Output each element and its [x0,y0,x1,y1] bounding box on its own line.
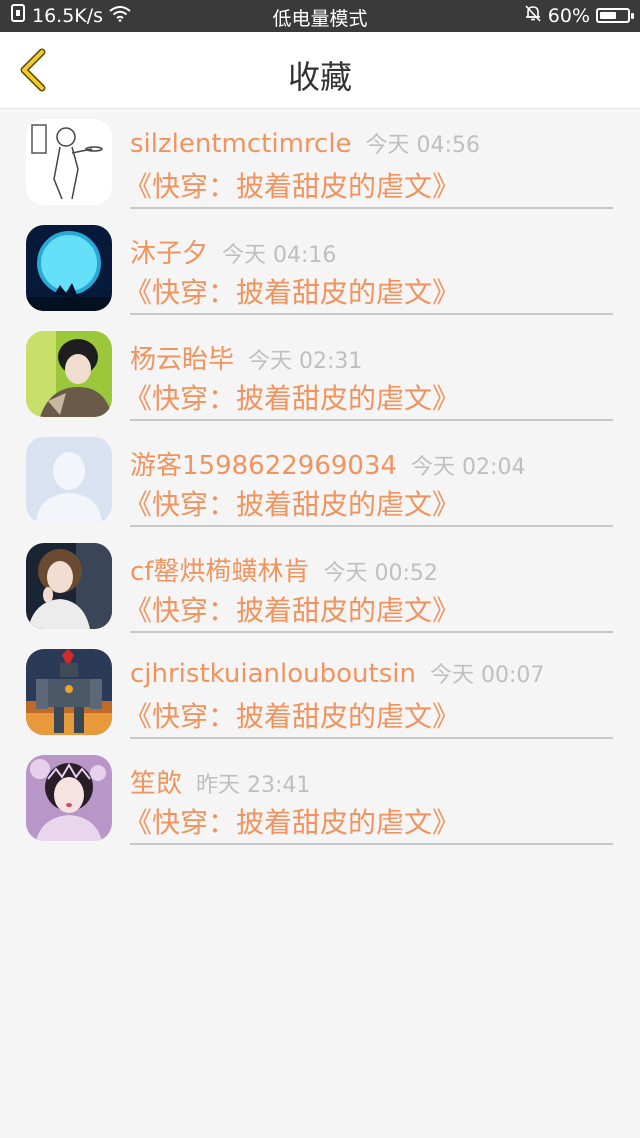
avatar [26,649,112,735]
avatar [26,331,112,417]
list-item-content: 游客1598622969034 今天 02:04 《快穿：披着甜皮的虐文》 [124,427,613,527]
page-title: 收藏 [287,58,352,96]
avatar [26,755,112,841]
user-name: silzlentmctimrcle [130,129,352,159]
battery-percent: 60% [547,4,590,27]
nav-bar: 收藏 [0,32,640,109]
timestamp: 今天 00:07 [429,663,545,688]
book-title: 《快穿：披着甜皮的虐文》 [124,488,461,521]
user-name: 笙欴 [130,769,183,799]
list-item-content: cjhristkuianlouboutsin 今天 00:07 《快穿：披着甜皮的… [124,639,613,739]
list-item[interactable]: 沐子夕 今天 04:16 《快穿：披着甜皮的虐文》 [0,215,640,321]
book-title: 《快穿：披着甜皮的虐文》 [124,382,461,415]
timestamp: 今天 02:31 [248,349,363,374]
list-item-content: 笙欴 昨天 23:41 《快穿：披着甜皮的虐文》 [124,745,613,845]
book-title: 《快穿：披着甜皮的虐文》 [124,700,461,733]
battery-icon [596,8,634,23]
user-name: 沐子夕 [130,239,209,269]
book-title: 《快穿：披着甜皮的虐文》 [124,276,461,309]
avatar [26,437,112,523]
timestamp: 今天 00:52 [323,561,438,586]
list-item[interactable]: silzlentmctimrcle 今天 04:56 《快穿：披着甜皮的虐文》 [0,109,640,215]
status-right: 60% [524,4,634,27]
book-title: 《快穿：披着甜皮的虐文》 [124,170,461,203]
list-item[interactable]: 笙欴 昨天 23:41 《快穿：披着甜皮的虐文》 [0,745,640,851]
user-name: 杨云眙毕 [130,345,235,375]
status-bar: 16.5K/s 低电量模式 60% [0,0,640,32]
timestamp: 今天 02:04 [411,455,526,480]
book-title: 《快穿：披着甜皮的虐文》 [124,594,461,627]
timestamp: 今天 04:56 [365,133,480,158]
list-item[interactable]: 杨云眙毕 今天 02:31 《快穿：披着甜皮的虐文》 [0,321,640,427]
list-item-content: 沐子夕 今天 04:16 《快穿：披着甜皮的虐文》 [124,215,613,315]
list-item-content: cf罄烘槆蟥林肯 今天 00:52 《快穿：披着甜皮的虐文》 [124,533,613,633]
list-item[interactable]: cjhristkuianlouboutsin 今天 00:07 《快穿：披着甜皮的… [0,639,640,745]
list-item-content: 杨云眙毕 今天 02:31 《快穿：披着甜皮的虐文》 [124,321,613,421]
mute-bell-icon [524,4,542,27]
favorites-list: silzlentmctimrcle 今天 04:56 《快穿：披着甜皮的虐文》 沐… [0,109,640,851]
book-title: 《快穿：披着甜皮的虐文》 [124,806,461,839]
user-name: 游客1598622969034 [130,451,398,481]
avatar [26,543,112,629]
avatar [26,119,112,205]
list-item[interactable]: cf罄烘槆蟥林肯 今天 00:52 《快穿：披着甜皮的虐文》 [0,533,640,639]
list-item[interactable]: 游客1598622969034 今天 02:04 《快穿：披着甜皮的虐文》 [0,427,640,533]
user-name: cjhristkuianlouboutsin [130,659,416,689]
list-item-content: silzlentmctimrcle 今天 04:56 《快穿：披着甜皮的虐文》 [124,109,613,209]
timestamp: 昨天 23:41 [196,773,311,798]
user-name: cf罄烘槆蟥林肯 [130,557,310,587]
avatar [26,225,112,311]
battery-level [600,12,616,19]
timestamp: 今天 04:16 [222,243,337,268]
